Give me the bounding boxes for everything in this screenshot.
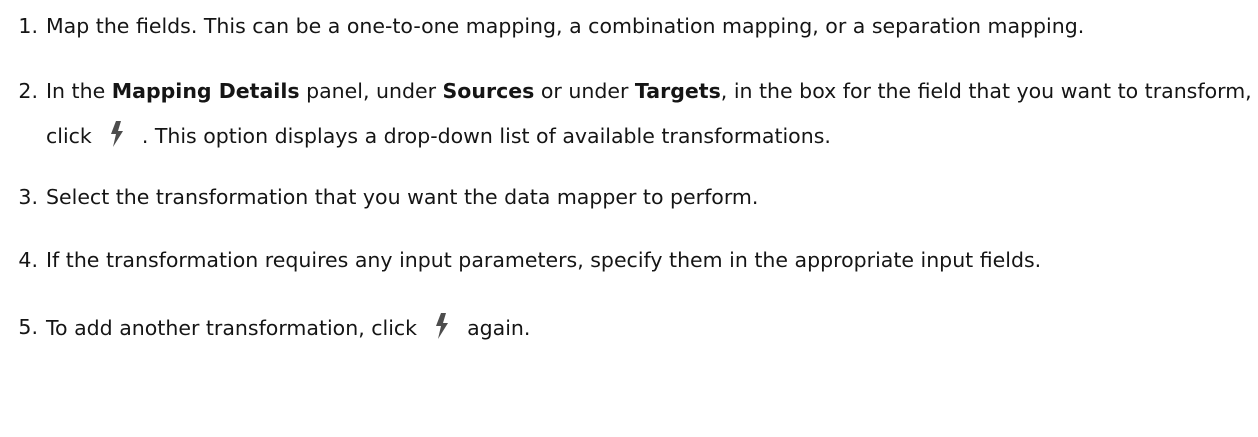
step-text-part: again. [467,316,531,340]
step-2: 2 In the Mapping Details panel, under So… [0,69,1258,159]
step-number: 4 [0,244,38,277]
steps-list: 1 Map the fields. This can be a one-to-o… [0,0,1258,345]
step-text-part: panel, under [299,79,443,103]
step-text-part: . This option displays a drop-down list … [141,124,831,148]
step-text-part: In the [46,79,112,103]
step-number: 2 [0,69,38,114]
sources-label: Sources [442,79,535,103]
step-1: 1 Map the fields. This can be a one-to-o… [0,10,1258,43]
step-number: 3 [0,181,38,214]
step-text: Select the transformation that you want … [46,185,759,209]
step-number: 5 [0,311,38,344]
step-text-part: To add another transformation, click [46,316,418,340]
targets-label: Targets [634,79,721,103]
step-text: If the transformation requires any input… [46,248,1042,272]
step-number: 1 [0,10,38,43]
step-5: 5 To add another transformation, click ag… [0,311,1258,345]
step-text: Map the fields. This can be a one-to-one… [46,14,1085,38]
lightning-bolt-icon [102,119,132,147]
lightning-bolt-icon [427,311,457,339]
step-text-part: or under [534,79,635,103]
step-4: 4 If the transformation requires any inp… [0,244,1258,277]
mapping-details-label: Mapping Details [111,79,300,103]
step-3: 3 Select the transformation that you wan… [0,181,1258,214]
